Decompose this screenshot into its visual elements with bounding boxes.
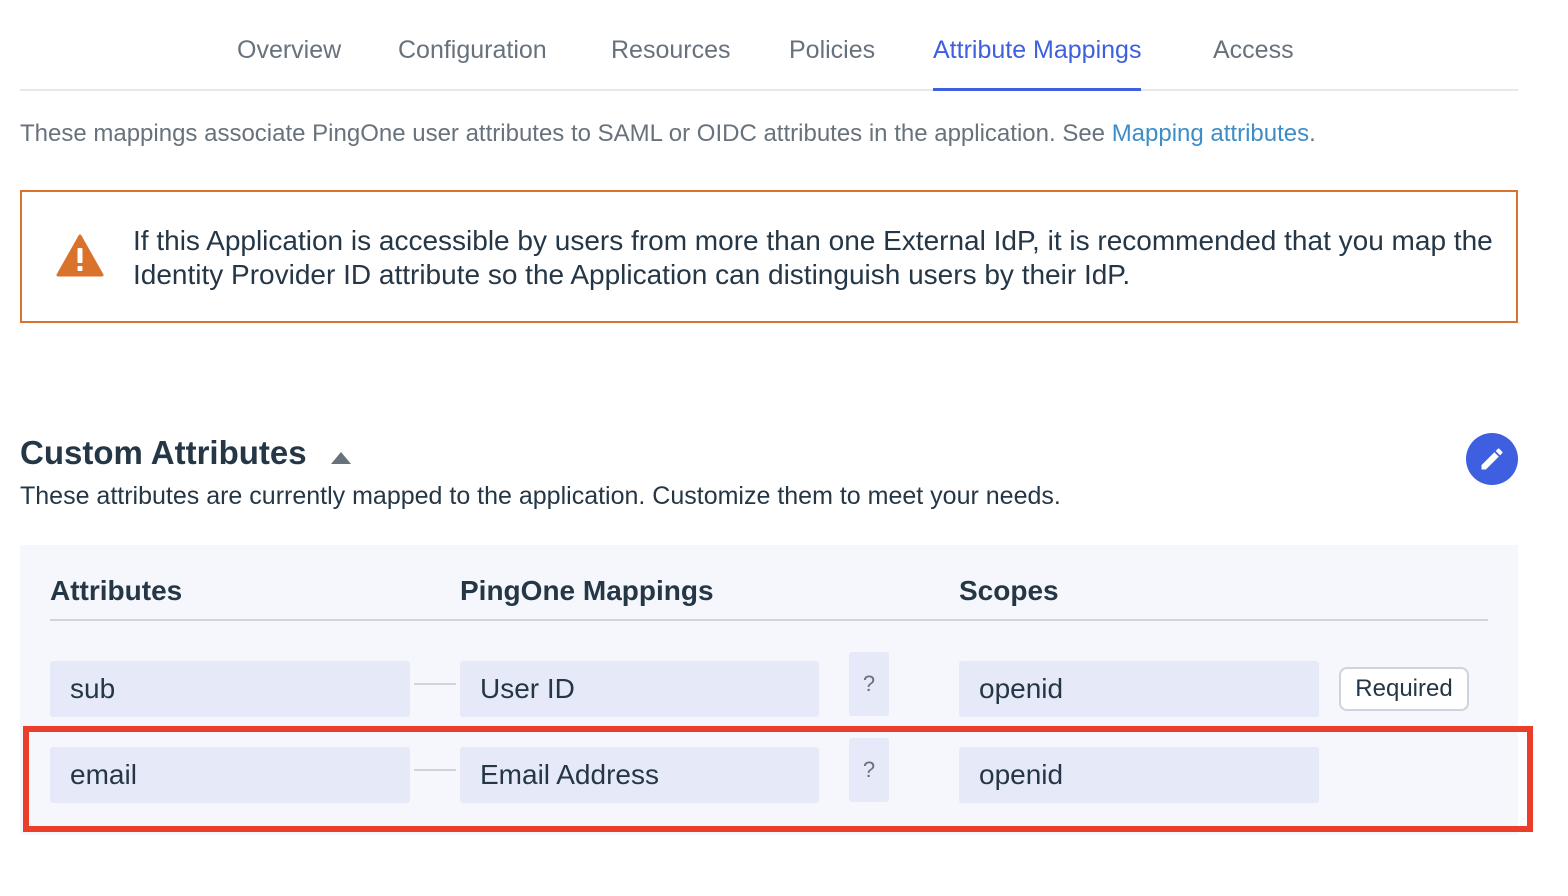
attribute-field[interactable]: email bbox=[50, 747, 410, 803]
collapse-caret-icon[interactable] bbox=[331, 452, 351, 464]
tab-access[interactable]: Access bbox=[1213, 36, 1294, 89]
edit-button[interactable] bbox=[1466, 433, 1518, 485]
attribute-field[interactable]: sub bbox=[50, 661, 410, 717]
row-connector bbox=[414, 683, 456, 685]
scope-field[interactable]: openid bbox=[959, 747, 1319, 803]
help-button[interactable]: ? bbox=[849, 738, 889, 802]
tab-attribute-mappings[interactable]: Attribute Mappings bbox=[933, 36, 1142, 91]
scope-field[interactable]: openid bbox=[959, 661, 1319, 717]
page: Overview Configuration Resources Policie… bbox=[0, 0, 1568, 896]
header-attributes: Attributes bbox=[50, 575, 183, 606]
mapping-field[interactable]: Email Address bbox=[460, 747, 819, 803]
header-pingone-mappings: PingOne Mappings bbox=[460, 575, 714, 606]
intro-body: These mappings associate PingOne user at… bbox=[20, 120, 1112, 147]
tab-bar: Overview Configuration Resources Policie… bbox=[20, 0, 1518, 91]
warning-banner: If this Application is accessible by use… bbox=[20, 190, 1518, 323]
tab-configuration[interactable]: Configuration bbox=[398, 36, 547, 89]
tab-resources[interactable]: Resources bbox=[611, 36, 731, 89]
row-connector bbox=[414, 769, 456, 771]
mapping-field[interactable]: User ID bbox=[460, 661, 819, 717]
warning-triangle-icon bbox=[56, 234, 104, 278]
header-scopes: Scopes bbox=[959, 575, 1059, 606]
warning-message: If this Application is accessible by use… bbox=[133, 225, 1493, 290]
required-badge: Required bbox=[1339, 667, 1469, 711]
tab-policies[interactable]: Policies bbox=[789, 36, 875, 89]
mapping-attributes-link[interactable]: Mapping attributes bbox=[1112, 120, 1309, 147]
section-description: These attributes are currently mapped to… bbox=[20, 482, 1061, 510]
section-title: Custom Attributes bbox=[20, 434, 307, 471]
header-divider bbox=[50, 619, 1488, 621]
help-button[interactable]: ? bbox=[849, 652, 889, 716]
intro-text: These mappings associate PingOne user at… bbox=[20, 120, 1316, 148]
intro-suffix: . bbox=[1309, 120, 1316, 147]
tab-overview[interactable]: Overview bbox=[237, 36, 341, 89]
